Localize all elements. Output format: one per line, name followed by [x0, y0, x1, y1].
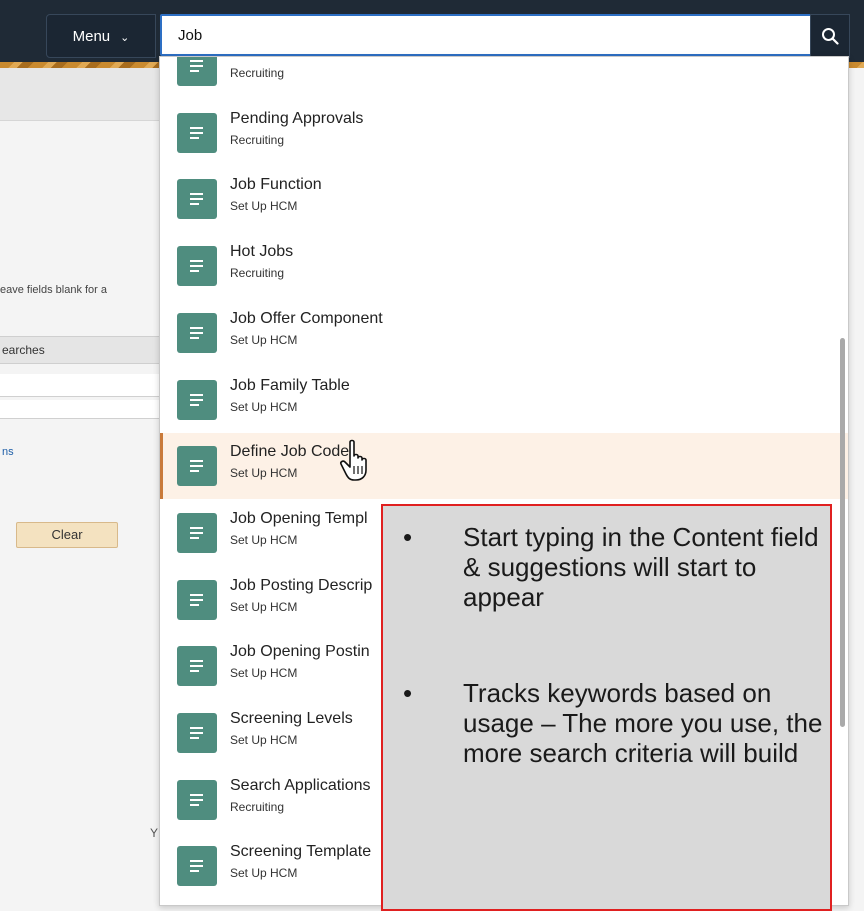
suggestion-title: Job Opening Postin — [230, 643, 370, 661]
document-lines-icon — [177, 379, 217, 420]
background-searches-row[interactable]: earches — [0, 336, 165, 364]
background-searches-label: earches — [2, 343, 45, 357]
search-input[interactable] — [160, 14, 824, 56]
suggestion-item[interactable]: Job Family Table Set Up HCM — [160, 367, 848, 433]
bullet-symbol: • — [403, 678, 413, 708]
suggestion-title: Job Function — [230, 176, 322, 194]
suggestion-category: Recruiting — [230, 266, 285, 281]
clear-button[interactable]: Clear — [16, 522, 118, 548]
suggestion-title: Search Applications — [230, 776, 371, 794]
suggestion-title: Pending Approvals — [230, 109, 364, 127]
suggestion-title: Job Offer Component — [230, 309, 383, 327]
background-link[interactable]: ns — [2, 446, 14, 458]
suggestion-title: Job Family Table — [230, 376, 350, 394]
suggestion-title: Screening Template — [230, 843, 372, 861]
suggestion-category: Set Up HCM — [230, 599, 298, 614]
suggestion-category: Set Up HCM — [230, 733, 298, 747]
suggestion-category: Recruiting — [230, 799, 285, 814]
suggestion-title: Define Job Code — [230, 443, 350, 461]
menu-label: Menu — [72, 27, 111, 45]
suggestion-item[interactable]: Define Job Code Set Up HCM — [160, 433, 848, 500]
background-title-band — [0, 68, 164, 121]
document-lines-icon — [177, 846, 217, 887]
suggestion-category: Set Up HCM — [230, 332, 298, 347]
suggestion-category: Set Up HCM — [230, 199, 298, 214]
document-lines-icon — [177, 112, 217, 153]
suggestion-title: Job Opening Templ — [230, 509, 368, 527]
document-lines-icon — [177, 246, 217, 287]
suggestion-category: Set Up HCM — [230, 399, 298, 414]
document-lines-icon — [177, 713, 217, 753]
suggestion-category: Set Up HCM — [230, 866, 298, 881]
suggestion-item[interactable]: Job Offer Component Set Up HCM — [160, 300, 848, 366]
suggestion-item[interactable]: Job Function Set Up HCM — [160, 166, 848, 232]
suggestion-category: Set Up HCM — [230, 466, 298, 481]
document-lines-icon — [177, 646, 217, 687]
bullet-symbol: • — [403, 522, 413, 552]
callout-bullet-text: Tracks keywords based on usage – The mor… — [463, 678, 823, 768]
document-lines-icon — [177, 179, 217, 220]
suggestion-item[interactable]: Recruiting — [160, 57, 848, 99]
chevron-down-icon: ⌄ — [120, 31, 130, 44]
background-stray-text: Y — [150, 826, 159, 840]
background-field[interactable] — [0, 400, 164, 419]
document-lines-icon — [177, 779, 217, 820]
suggestion-category: Recruiting — [230, 66, 285, 80]
callout-bullet-text: Start typing in the Content field & sugg… — [463, 522, 819, 612]
annotation-callout: • Start typing in the Content field & su… — [381, 504, 832, 911]
document-lines-icon — [177, 312, 217, 353]
document-lines-icon — [177, 446, 217, 487]
menu-button[interactable]: Menu ⌄ — [46, 14, 156, 58]
document-lines-icon — [177, 512, 217, 553]
hand-pointer-cursor-icon — [340, 439, 367, 481]
suggestion-title: Hot Jobs — [230, 243, 294, 261]
search-button[interactable] — [810, 14, 850, 58]
suggestion-category: Set Up HCM — [230, 666, 298, 681]
suggestion-title: Job Posting Descrip — [230, 576, 373, 594]
suggestion-category: Recruiting — [230, 132, 285, 147]
suggestion-item[interactable]: Hot Jobs Recruiting — [160, 233, 848, 299]
background-hint-text: eave fields blank for a — [0, 284, 108, 296]
suggestion-category: Set Up HCM — [230, 532, 298, 547]
document-lines-icon — [177, 579, 217, 620]
document-lines-icon — [177, 57, 217, 86]
search-icon — [822, 28, 839, 45]
suggestion-item[interactable]: Pending Approvals Recruiting — [160, 100, 848, 166]
suggestion-title: Screening Levels — [230, 710, 353, 727]
background-field[interactable] — [0, 374, 164, 397]
dropdown-scrollbar[interactable] — [840, 338, 845, 727]
